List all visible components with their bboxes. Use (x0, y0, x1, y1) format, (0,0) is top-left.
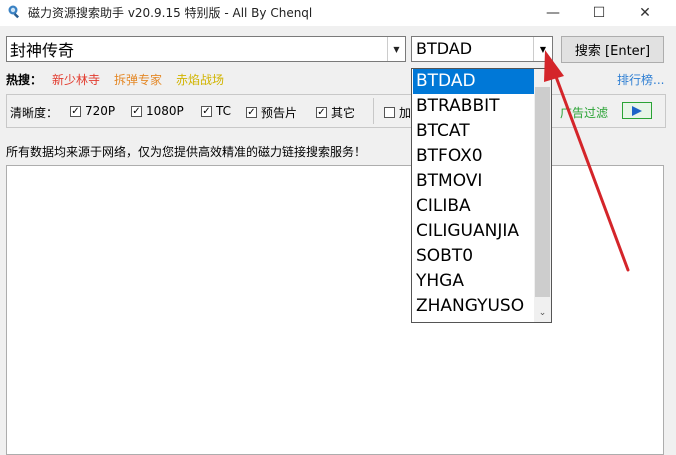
checkbox-empty-icon (384, 107, 395, 118)
checkbox-add[interactable]: 加 (384, 104, 411, 121)
checkbox-label: 1080P (146, 104, 184, 118)
chevron-down-icon[interactable]: ▼ (533, 37, 552, 61)
checkbox-label: 720P (85, 104, 116, 118)
window-title: 磁力资源搜索助手 v20.9.15 特别版 - All By Chenql (28, 6, 313, 20)
minimize-button[interactable]: — (530, 0, 576, 26)
search-button[interactable]: 搜索 [Enter] (561, 36, 664, 63)
checkbox-label: TC (216, 104, 232, 118)
site-dropdown-list[interactable]: BTDAD BTRABBIT BTCAT BTFOX0 BTMOVI CILIB… (411, 68, 552, 323)
checkmark-icon: ✓ (201, 105, 212, 117)
dropdown-option[interactable]: BTDAD (413, 69, 534, 94)
dropdown-option[interactable]: CILIGUANJIA (413, 219, 534, 244)
dropdown-option[interactable]: CILIBA (413, 194, 534, 219)
notice-text: 所有数据均来源于网络，仅为您提供高效精准的磁力链接搜索服务！ (6, 145, 367, 159)
checkbox-label: 其它 (331, 106, 356, 120)
hot-search-link[interactable]: 新少林寺 (52, 71, 100, 88)
hot-search-link[interactable]: 拆弹专家 (114, 71, 162, 88)
checkmark-icon: ✓ (131, 105, 142, 117)
checkmark-icon: ✓ (246, 107, 257, 118)
scroll-down-arrow-icon[interactable]: ⌄ (534, 304, 551, 321)
maximize-button[interactable]: ☐ (576, 0, 622, 26)
checkbox-tc[interactable]: ✓ TC (201, 104, 231, 118)
checkbox-label: 加 (399, 106, 412, 120)
search-combobox[interactable]: ▼ (6, 36, 406, 62)
site-select-value: BTDAD (416, 39, 473, 58)
search-input[interactable] (10, 38, 382, 60)
title-bar: 磁力资源搜索助手 v20.9.15 特别版 - All By Chenql — … (0, 0, 676, 26)
hot-search-label: 热搜： (6, 73, 43, 87)
checkmark-icon: ✓ (70, 105, 81, 117)
dropdown-option[interactable]: SOBT0 (413, 244, 534, 269)
close-button[interactable]: ✕ (622, 0, 668, 26)
dropdown-option[interactable]: YHGA (413, 269, 534, 294)
history-dropdown-arrow-icon[interactable]: ▼ (387, 37, 405, 61)
site-select[interactable]: BTDAD ▼ (411, 36, 553, 62)
dropdown-scrollbar[interactable]: ⌄ (534, 69, 551, 322)
dropdown-option[interactable]: BTRABBIT (413, 94, 534, 119)
filter-divider (373, 98, 374, 124)
checkbox-trailer[interactable]: ✓ 预告片 (246, 104, 297, 121)
ad-filter-toggle-button[interactable] (622, 102, 652, 119)
ad-filter-link[interactable]: 广告过滤 (560, 104, 608, 121)
checkbox-1080p[interactable]: ✓ 1080P (131, 104, 184, 118)
ranking-link[interactable]: 排行榜... (617, 71, 664, 88)
dropdown-option[interactable]: ZHANGYUSO (413, 294, 534, 319)
dropdown-option[interactable]: BTCAT (413, 119, 534, 144)
clarity-label: 清晰度： (10, 106, 59, 120)
dropdown-option[interactable]: BTMOVI (413, 169, 534, 194)
results-list[interactable] (6, 165, 664, 455)
checkbox-720p[interactable]: ✓ 720P (70, 104, 115, 118)
checkmark-icon: ✓ (316, 107, 327, 118)
magnet-search-app-icon (8, 5, 20, 19)
dropdown-option[interactable]: BTFOX0 (413, 144, 534, 169)
scrollbar-thumb[interactable] (535, 87, 550, 297)
checkbox-label: 预告片 (261, 106, 298, 120)
hot-search-link[interactable]: 赤焰战场 (176, 71, 224, 88)
play-icon (632, 105, 642, 116)
checkbox-other[interactable]: ✓ 其它 (316, 104, 355, 121)
